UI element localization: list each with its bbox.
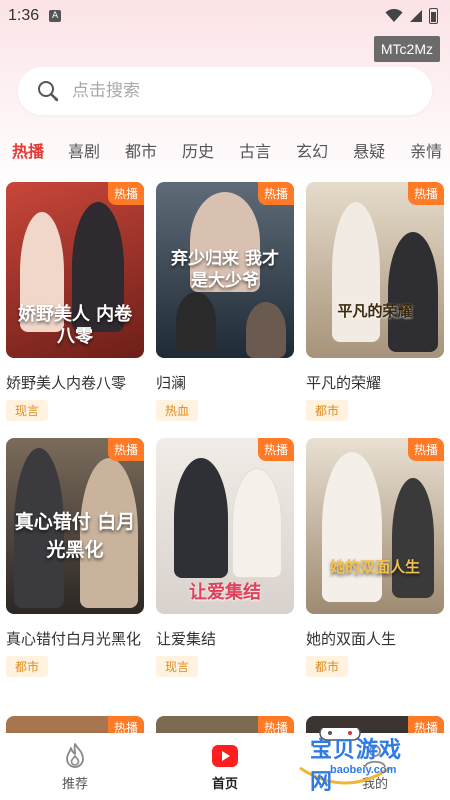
poster-title: 她的双面人生 [329,558,420,576]
status-time: 1:36 [8,7,40,24]
drama-poster[interactable]: 平凡的荣耀 热播 [306,182,444,358]
tab-history[interactable]: 历史 [182,138,214,162]
genre-tag: 都市 [6,656,49,677]
genre-tag: 都市 [306,656,349,677]
drama-card[interactable]: 娇野美人 内卷八零 热播 娇野美人内卷八零 现言 [6,182,144,421]
search-input[interactable] [72,81,372,101]
drama-title: 平凡的荣耀 [306,374,382,392]
signal-icon [410,10,422,22]
drama-card[interactable]: 让爱集结 热播 让爱集结 现言 [156,438,294,677]
poster-title: 平凡的荣耀 [337,302,413,320]
status-icons [385,8,438,24]
poster-title: 弃少归来 我才是大少爷 [171,249,279,291]
tab-comedy[interactable]: 喜剧 [68,138,100,162]
drama-poster[interactable]: 她的双面人生 热播 [306,438,444,614]
tab-urban[interactable]: 都市 [125,138,157,162]
hot-badge: 热播 [257,438,294,461]
drama-poster[interactable]: 真心错付 白月光黑化 热播 [6,438,144,614]
drama-title: 让爱集结 [156,630,217,648]
tab-family[interactable]: 亲情 [410,138,442,162]
search-icon [38,81,59,102]
hot-badge: 热播 [407,182,444,205]
play-icon [212,745,238,767]
drama-card[interactable]: 弃少归来 我才是大少爷 热播 归澜 热血 [156,182,294,421]
search-bar[interactable] [18,67,432,115]
status-bar: 1:36 A [0,0,450,32]
drama-title: 娇野美人内卷八零 [6,374,127,392]
drama-poster[interactable]: 让爱集结 热播 [156,438,294,614]
hot-badge: 热播 [107,438,144,461]
drama-poster[interactable]: 娇野美人 内卷八零 热播 [6,182,144,358]
user-id-badge: MTc2Mz [373,36,440,62]
poster-title: 娇野美人 内卷八零 [17,304,133,347]
tab-ancient-romance[interactable]: 古言 [239,138,271,162]
genre-tag: 热血 [156,400,199,421]
drama-poster[interactable]: 弃少归来 我才是大少爷 热播 [156,182,294,358]
tab-fantasy[interactable]: 玄幻 [296,138,328,162]
tab-hot[interactable]: 热播 [12,138,44,162]
hot-badge: 热播 [407,438,444,461]
category-tabs: 热播 喜剧 都市 历史 古言 玄幻 悬疑 亲情 [0,128,450,172]
drama-card[interactable]: 真心错付 白月光黑化 热播 真心错付白月光黑化 都市 [6,438,144,677]
genre-tag: 现言 [6,400,49,421]
drama-title: 她的双面人生 [306,630,397,648]
poster-title: 真心错付 白月光黑化 [14,511,136,561]
wifi-icon [385,9,403,22]
site-watermark: 宝贝游戏网 baobeiy.com [270,728,420,796]
hot-badge: 热播 [257,182,294,205]
hot-badge: 热播 [107,182,144,205]
drama-card[interactable]: 她的双面人生 热播 她的双面人生 都市 [306,438,444,677]
nav-recommend[interactable]: 推荐 [0,733,150,800]
notification-icon: A [49,10,62,22]
nav-label: 首页 [211,777,238,792]
poster-title: 让爱集结 [189,582,261,603]
genre-tag: 都市 [306,400,349,421]
genre-tag: 现言 [156,656,199,677]
drama-title: 归澜 [156,374,187,392]
watermark-url: baobeiy.com [330,764,397,776]
battery-icon [429,8,438,24]
drama-title: 真心错付白月光黑化 [6,630,142,648]
nav-label: 推荐 [61,777,88,792]
drama-card[interactable]: 平凡的荣耀 热播 平凡的荣耀 都市 [306,182,444,421]
flame-icon [66,743,84,768]
tab-suspense[interactable]: 悬疑 [353,138,385,162]
